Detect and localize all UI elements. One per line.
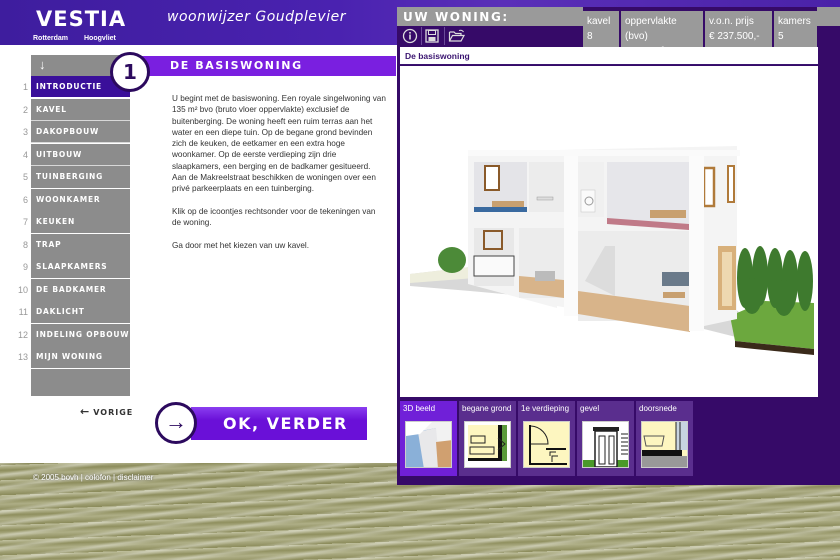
nav-item-label[interactable]: DAKLICHT (31, 301, 130, 323)
nav-item-label[interactable]: TRAP (31, 233, 130, 256)
info-prijs: v.o.n. prijs € 237.500,- (705, 11, 772, 47)
view-caption: De basiswoning (400, 47, 818, 65)
nav-item-label[interactable]: KAVEL (31, 98, 130, 121)
nav-item-uitbouw[interactable]: 4 UITBOUW (0, 143, 130, 167)
first-floor-plan-icon (523, 421, 570, 468)
nav-item-label[interactable]: DE BADKAMER (31, 278, 130, 301)
info-value: 5 (778, 31, 784, 42)
toolbar-separator (444, 27, 445, 45)
nav-item-label[interactable]: TUINBERGING (31, 166, 130, 188)
nav-item-number: 13 (17, 352, 28, 362)
info-kamers: kamers 5 (774, 11, 817, 47)
cross-section-icon (641, 421, 688, 468)
view-label: 1e verdieping (521, 404, 570, 413)
nav-item-number: 8 (22, 239, 28, 250)
nav-item-dakopbouw[interactable]: 3 DAKOPBOUW (0, 121, 130, 144)
nav-item-number: 1 (22, 82, 28, 92)
nav-item-de-badkamer[interactable]: 10 DE BADKAMER (0, 278, 130, 302)
view-begane-grond[interactable]: begane grond (459, 401, 516, 476)
info-label: kamers (778, 16, 811, 27)
facade-icon (582, 421, 629, 468)
disclaimer-link[interactable]: disclaimer (117, 473, 153, 482)
nav-item-number: 2 (22, 104, 28, 115)
button-label: OK, VERDER (223, 414, 348, 433)
intro-paragraph: Klik op de icoontjes rechtsonder voor de… (172, 206, 376, 228)
info-kavel: kavel 8 (583, 11, 619, 47)
nav-item-woonkamer[interactable]: 6 WOONKAMER (0, 188, 130, 212)
info-label: v.o.n. prijs (709, 16, 754, 27)
ok-verder-button[interactable]: OK, VERDER → (155, 402, 367, 444)
info-oppervlakte: oppervlakte (bvo)135,0 m² (621, 11, 703, 57)
nav-item-number: 7 (22, 217, 28, 227)
nav-item-label[interactable]: INDELING OPBOUW (31, 323, 130, 346)
nav-filler (31, 369, 130, 396)
left-panel: ↓ 1 INTRODUCTIE 2 KAVEL 3 DAKOPBOUW 4 UITBOU… (0, 45, 397, 463)
copyright-text: © 2005 bovh (33, 473, 79, 482)
intro-paragraph: Ga door met het kiezen van uw kavel. (172, 240, 309, 250)
nav-item-label[interactable]: WOONKAMER (31, 188, 130, 211)
woning-panel: UW WONING: kavel 8 oppervlakte (bvo)135,0… (397, 7, 840, 485)
view-1e-verdieping[interactable]: 1e verdieping (518, 401, 575, 476)
info-value: 8 (587, 31, 593, 42)
arrow-left-icon: ← (80, 405, 91, 418)
step-number-badge: 1 (110, 52, 150, 92)
view-label: 3D beeld (403, 404, 436, 413)
vestia-logo[interactable]: VESTIA Rotterdam Hoogvliet (33, 7, 128, 45)
nav-item-number: 10 (17, 284, 28, 295)
nav-item-number: 9 (22, 262, 28, 272)
footer: © 2005 bovh | colofon | disclaimer (33, 473, 153, 482)
nav-item-slaapkamers[interactable]: 9 SLAAPKAMERS (0, 256, 130, 279)
info-label: oppervlakte (bvo) (625, 16, 677, 42)
view-label: gevel (580, 404, 600, 413)
info-icon[interactable] (402, 28, 418, 44)
nav-item-label[interactable]: UITBOUW (31, 143, 130, 166)
nav-item-label[interactable]: DAKOPBOUW (31, 121, 130, 143)
view-doorsnede[interactable]: doorsnede (636, 401, 693, 476)
save-icon[interactable] (424, 28, 440, 44)
nav-item-tuinberging[interactable]: 5 TUINBERGING (0, 166, 130, 189)
nav-item-number: 12 (17, 329, 28, 340)
nav-item-number: 3 (22, 127, 28, 137)
view-3d-beeld[interactable]: 3D beeld (400, 401, 457, 476)
view-gevel[interactable]: gevel (577, 401, 634, 476)
colofon-link[interactable]: colofon (85, 473, 111, 482)
intro-paragraph: U begint met de basiswoning. Een royale … (172, 94, 386, 194)
arrow-right-icon: → (155, 402, 197, 444)
logo-wordmark: VESTIA (36, 7, 127, 31)
nav-item-trap[interactable]: 8 TRAP (0, 233, 130, 257)
nav-item-daklicht[interactable]: 11 DAKLICHT (0, 301, 130, 324)
previous-button[interactable]: ← VORIGE (80, 405, 133, 418)
info-label: kavel (587, 16, 611, 27)
house-cutaway-illustration (410, 146, 814, 355)
house-3d-view (400, 66, 818, 397)
app-title: woonwijzer Goudplevier (167, 9, 346, 25)
step-navigation: 1 INTRODUCTIE 2 KAVEL 3 DAKOPBOUW 4 UITBOUW … (0, 76, 130, 369)
open-folder-icon[interactable] (448, 28, 466, 44)
logo-city-rotterdam: Rotterdam (33, 35, 69, 42)
nav-item-label[interactable]: MIJN WONING (31, 346, 130, 368)
info-value: € 237.500,- (709, 31, 760, 42)
nav-item-number: 6 (22, 194, 28, 205)
nav-item-label[interactable]: KEUKEN (31, 211, 130, 233)
intro-text: U begint met de basiswoning. Een royale … (172, 93, 386, 262)
nav-item-mijn-woning[interactable]: 13 MIJN WONING (0, 346, 130, 369)
view-label: begane grond (462, 404, 512, 413)
toolbar-separator (421, 27, 422, 45)
section-title: DE BASISWONING (170, 59, 303, 72)
nav-item-number: 11 (18, 307, 28, 317)
nav-item-indeling-opbouw[interactable]: 12 INDELING OPBOUW (0, 323, 130, 347)
logo-city-hoogvliet: Hoogvliet (84, 35, 116, 42)
nav-item-kavel[interactable]: 2 KAVEL (0, 98, 130, 122)
header-filler (817, 7, 840, 26)
nav-item-label[interactable]: SLAAPKAMERS (31, 256, 130, 278)
nav-item-number: 5 (22, 172, 28, 182)
woning-header: UW WONING: (397, 7, 583, 26)
view-label: doorsnede (639, 404, 677, 413)
nav-item-number: 4 (22, 149, 28, 160)
ground-floor-plan-icon (464, 421, 511, 468)
woning-title: UW WONING: (403, 10, 509, 24)
previous-label: VORIGE (93, 408, 134, 417)
3d-view-thumbnail-icon (405, 421, 452, 468)
nav-item-keuken[interactable]: 7 KEUKEN (0, 211, 130, 234)
